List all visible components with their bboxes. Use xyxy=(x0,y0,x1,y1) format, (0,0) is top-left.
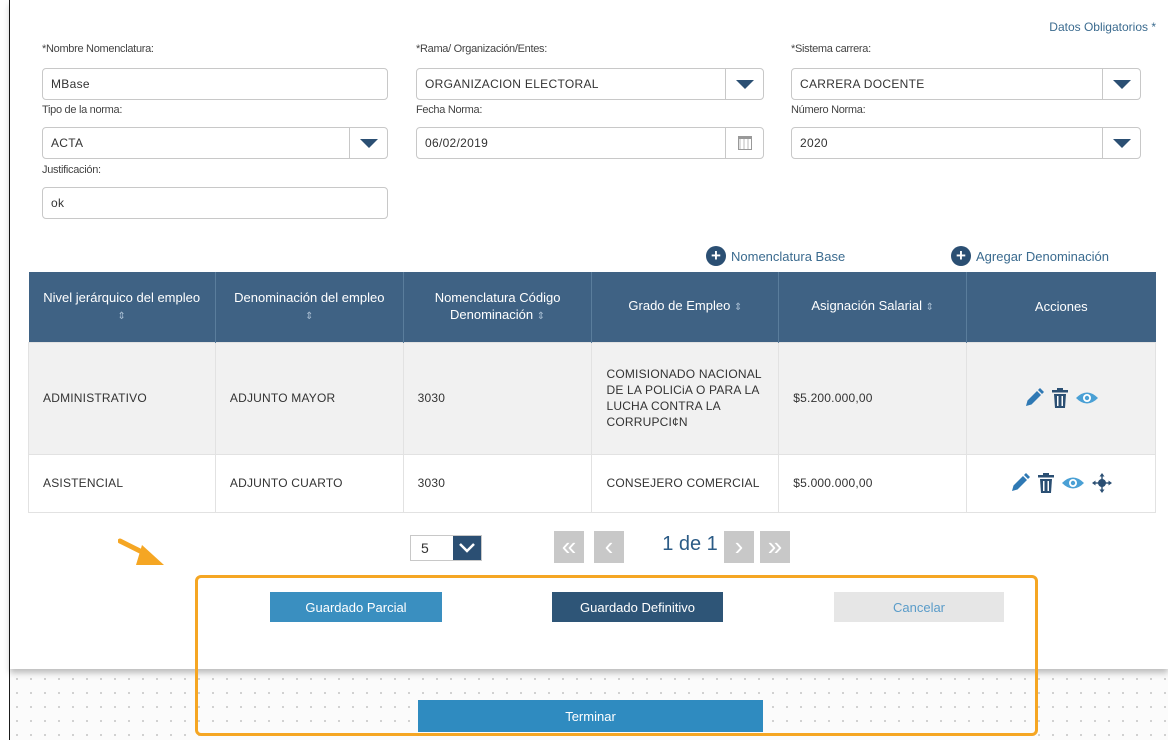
fecha-value: 06/02/2019 xyxy=(425,136,489,150)
sort-icon[interactable]: ⇕ xyxy=(926,302,934,313)
tipo-select[interactable]: ACTA xyxy=(42,127,388,159)
first-page-button[interactable]: « xyxy=(554,531,584,563)
arrow-annotation xyxy=(118,538,164,565)
tipo-value: ACTA xyxy=(51,136,84,150)
chevron-down-icon[interactable] xyxy=(1102,128,1140,158)
plus-circle-icon: + xyxy=(706,246,726,266)
sistema-select[interactable]: CARRERA DOCENTE xyxy=(791,68,1141,100)
table-row: ADMINISTRATIVO ADJUNTO MAYOR 3030 COMISI… xyxy=(28,341,1156,455)
fecha-label: Fecha Norma: xyxy=(416,104,483,116)
nombre-input[interactable]: MBase xyxy=(42,68,388,100)
pencil-icon[interactable] xyxy=(1009,472,1031,494)
numero-label: Número Norma: xyxy=(791,104,866,116)
col-header-salario[interactable]: Asignación Salarial ⇕ xyxy=(778,272,968,342)
page-size-select[interactable]: 5 xyxy=(410,535,482,561)
trash-icon[interactable] xyxy=(1037,472,1055,494)
cell-nivel: ADMINISTRATIVO xyxy=(28,341,216,455)
table-row: ASISTENCIAL ADJUNTO CUARTO 3030 CONSEJER… xyxy=(28,453,1156,513)
sort-icon[interactable]: ⇕ xyxy=(305,311,313,322)
nomenclatura-base-link[interactable]: + Nomenclatura Base xyxy=(706,246,845,266)
chevron-down-icon[interactable] xyxy=(453,536,481,560)
col-header-codigo[interactable]: Nomenclatura Código Denominación ⇕ xyxy=(403,272,593,342)
justificacion-label: Justificación: xyxy=(42,164,101,176)
eye-icon[interactable] xyxy=(1075,390,1099,406)
cell-grado: CONSEJERO COMERCIAL xyxy=(591,453,780,513)
next-page-button[interactable]: › xyxy=(724,531,754,563)
nombre-label: *Nombre Nomenclatura: xyxy=(42,43,154,55)
cell-salario: $5.200.000,00 xyxy=(778,341,968,455)
nomenclatura-base-label: Nomenclatura Base xyxy=(731,248,846,264)
chevron-down-icon[interactable] xyxy=(349,128,387,158)
table-header-row: Nivel jerárquico del empleo ⇕ Denominaci… xyxy=(28,272,1156,342)
denominaciones-table: Nivel jerárquico del empleo ⇕ Denominaci… xyxy=(28,272,1156,513)
trash-icon[interactable] xyxy=(1051,387,1069,409)
sistema-value: CARRERA DOCENTE xyxy=(800,77,925,91)
chevron-down-icon[interactable] xyxy=(725,69,763,99)
plus-circle-icon: + xyxy=(951,246,971,266)
col-header-denominacion[interactable]: Denominación del empleo ⇕ xyxy=(215,272,404,342)
rama-select[interactable]: ORGANIZACION ELECTORAL xyxy=(416,68,764,100)
numero-select[interactable]: 2020 xyxy=(791,127,1141,159)
sort-icon[interactable]: ⇕ xyxy=(734,302,742,313)
sistema-label: *Sistema carrera: xyxy=(791,43,871,55)
agregar-denominacion-label: Agregar Denominación xyxy=(976,248,1109,264)
sort-icon[interactable]: ⇕ xyxy=(537,311,545,322)
eye-icon[interactable] xyxy=(1061,475,1085,491)
rama-label: *Rama/ Organización/Entes: xyxy=(416,43,547,55)
fecha-input[interactable]: 06/02/2019 xyxy=(416,127,764,159)
highlight-box xyxy=(195,575,1038,736)
prev-page-button[interactable]: ‹ xyxy=(594,531,624,563)
cell-acciones xyxy=(966,453,1156,513)
cell-codigo: 3030 xyxy=(402,341,593,455)
agregar-denominacion-link[interactable]: + Agregar Denominación xyxy=(951,246,1109,266)
cell-codigo: 3030 xyxy=(402,453,593,513)
move-icon[interactable] xyxy=(1091,472,1113,494)
nombre-value: MBase xyxy=(51,77,90,91)
justificacion-input[interactable]: ok xyxy=(42,187,388,219)
rama-value: ORGANIZACION ELECTORAL xyxy=(425,77,599,91)
chevron-down-icon[interactable] xyxy=(1102,69,1140,99)
cell-denominacion: ADJUNTO MAYOR xyxy=(214,341,404,455)
col-header-acciones: Acciones xyxy=(966,272,1156,342)
cell-denominacion: ADJUNTO CUARTO xyxy=(214,453,404,513)
cell-acciones xyxy=(966,341,1156,455)
numero-value: 2020 xyxy=(800,136,828,150)
cell-nivel: ASISTENCIAL xyxy=(28,453,216,513)
required-fields-note: Datos Obligatorios * xyxy=(1049,20,1156,34)
last-page-button[interactable]: » xyxy=(760,531,790,563)
cell-grado: COMISIONADO NACIONAL DE LA POLICiA O PAR… xyxy=(591,341,780,455)
pencil-icon[interactable] xyxy=(1023,387,1045,409)
calendar-icon[interactable] xyxy=(725,128,763,158)
justificacion-value: ok xyxy=(51,196,65,210)
tipo-label: Tipo de la norma: xyxy=(42,104,123,116)
col-header-nivel[interactable]: Nivel jerárquico del empleo ⇕ xyxy=(28,272,216,342)
col-header-grado[interactable]: Grado de Empleo ⇕ xyxy=(591,272,780,342)
page-size-value: 5 xyxy=(421,540,429,556)
sort-icon[interactable]: ⇕ xyxy=(117,311,125,322)
cell-salario: $5.000.000,00 xyxy=(778,453,968,513)
